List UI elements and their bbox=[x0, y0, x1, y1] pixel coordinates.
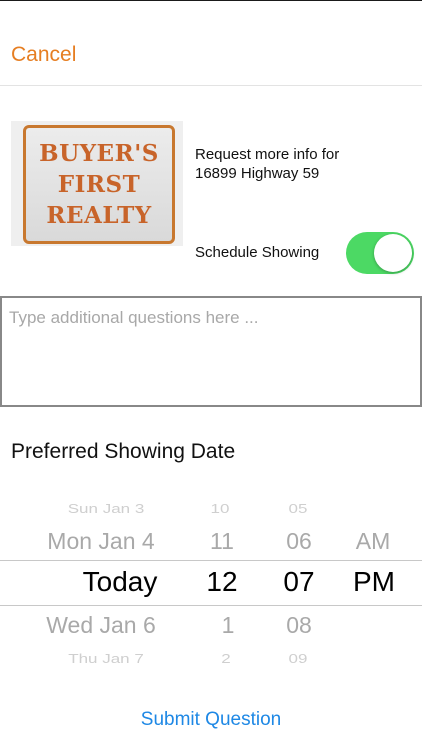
logo-text-line: REALTY bbox=[46, 202, 152, 229]
picker-day-option[interactable]: Thu Jan 7 bbox=[68, 652, 144, 667]
picker-minute-option[interactable]: 09 bbox=[289, 652, 308, 667]
logo-text-line: BUYER'S bbox=[39, 140, 159, 167]
schedule-showing-toggle[interactable] bbox=[346, 232, 414, 274]
additional-questions-input[interactable] bbox=[2, 298, 420, 405]
property-address: 16899 Highway 59 bbox=[195, 165, 320, 182]
picker-hour-option[interactable]: 1 bbox=[222, 612, 235, 639]
logo-frame: BUYER'S FIRST REALTY bbox=[23, 125, 175, 244]
realty-logo: BUYER'S FIRST REALTY bbox=[11, 121, 183, 246]
picker-minute-option[interactable]: 06 bbox=[286, 528, 312, 555]
submit-question-button[interactable]: Submit Question bbox=[0, 709, 422, 731]
picker-day-option[interactable]: Sun Jan 3 bbox=[68, 502, 145, 517]
top-border bbox=[0, 0, 422, 1]
picker-hour-option[interactable]: 10 bbox=[211, 502, 230, 517]
picker-minute-option[interactable]: 08 bbox=[286, 612, 312, 639]
picker-minute-option[interactable]: 05 bbox=[289, 502, 308, 517]
request-info-line: Request more info for bbox=[195, 146, 340, 163]
picker-selection-bottom-line bbox=[0, 605, 422, 606]
request-info-text: Request more info for 16899 Highway 59 bbox=[195, 145, 339, 183]
questions-field-box bbox=[0, 296, 422, 407]
picker-period-option[interactable]: AM bbox=[356, 528, 391, 555]
picker-period-selected[interactable]: PM bbox=[353, 566, 395, 598]
picker-hour-option[interactable]: 11 bbox=[210, 528, 234, 555]
picker-day-option[interactable]: Wed Jan 6 bbox=[46, 612, 156, 639]
date-time-picker[interactable]: Sun Jan 3 Mon Jan 4 Today Wed Jan 6 Thu … bbox=[0, 490, 422, 675]
cancel-button[interactable]: Cancel bbox=[11, 43, 76, 67]
picker-hour-selected[interactable]: 12 bbox=[206, 566, 237, 598]
picker-day-selected[interactable]: Today bbox=[83, 566, 158, 598]
preferred-date-heading: Preferred Showing Date bbox=[11, 440, 236, 463]
schedule-showing-label: Schedule Showing bbox=[195, 244, 320, 261]
toggle-knob bbox=[374, 234, 412, 272]
picker-day-option[interactable]: Mon Jan 4 bbox=[47, 528, 154, 555]
picker-selection-top-line bbox=[0, 560, 422, 561]
nav-divider bbox=[0, 85, 422, 86]
logo-text-line: FIRST bbox=[57, 171, 141, 198]
picker-hour-option[interactable]: 2 bbox=[221, 652, 230, 667]
picker-minute-selected[interactable]: 07 bbox=[283, 566, 314, 598]
